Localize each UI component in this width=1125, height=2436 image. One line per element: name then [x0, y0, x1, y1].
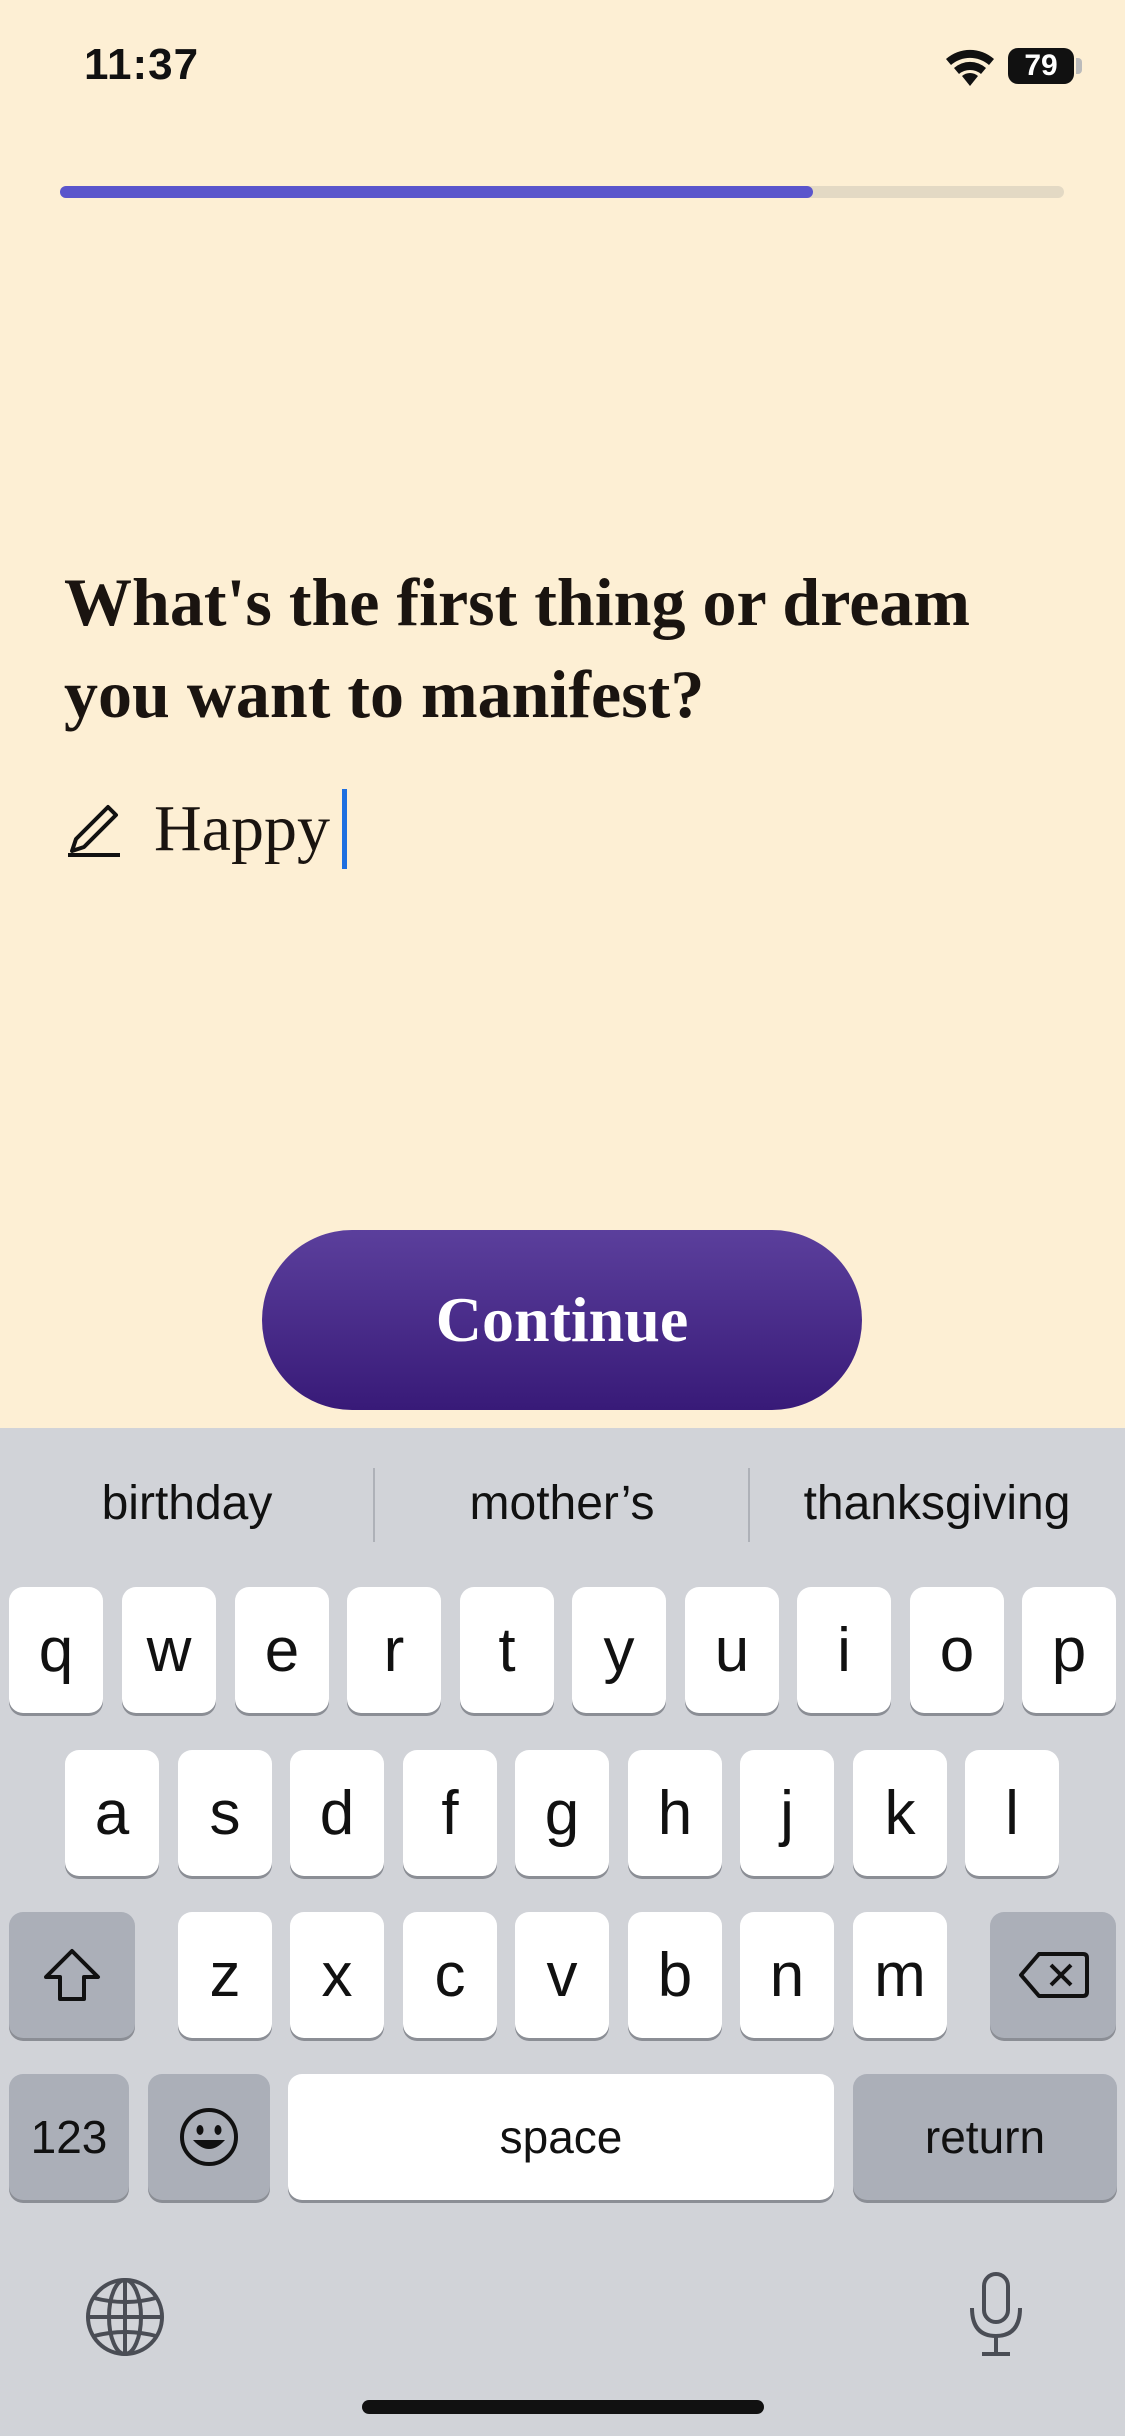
key[interactable]: u	[685, 1587, 779, 1713]
suggestion-item[interactable]: birthday	[0, 1428, 374, 1578]
key[interactable]: z	[178, 1912, 272, 2038]
key[interactable]: m	[853, 1912, 947, 2038]
battery-icon: 79	[1008, 48, 1074, 84]
emoji-key[interactable]	[148, 2074, 270, 2200]
shift-key[interactable]	[9, 1912, 135, 2038]
progress-fill	[60, 186, 813, 198]
suggestion-item[interactable]: thanksgiving	[750, 1428, 1124, 1578]
key[interactable]: i	[797, 1587, 891, 1713]
key[interactable]: l	[965, 1750, 1059, 1876]
key[interactable]: x	[290, 1912, 384, 2038]
wifi-icon	[946, 49, 994, 86]
shift-icon	[44, 1949, 100, 2001]
key[interactable]: k	[853, 1750, 947, 1876]
continue-button[interactable]: Continue	[262, 1230, 862, 1410]
key[interactable]: j	[740, 1750, 834, 1876]
pencil-icon	[68, 805, 120, 857]
key[interactable]: p	[1022, 1587, 1116, 1713]
key[interactable]: t	[460, 1587, 554, 1713]
numbers-key[interactable]: 123	[9, 2074, 129, 2200]
key[interactable]: r	[347, 1587, 441, 1713]
key[interactable]: w	[122, 1587, 216, 1713]
home-indicator	[362, 2400, 764, 2414]
key[interactable]: s	[178, 1750, 272, 1876]
delete-icon	[1019, 1952, 1089, 1998]
answer-input[interactable]: Happy	[154, 791, 330, 867]
key[interactable]: b	[628, 1912, 722, 2038]
key[interactable]: f	[403, 1750, 497, 1876]
status-bar: 11:37 79	[0, 0, 1125, 140]
status-time: 11:37	[84, 40, 200, 89]
key[interactable]: d	[290, 1750, 384, 1876]
key[interactable]: y	[572, 1587, 666, 1713]
emoji-icon	[180, 2108, 238, 2166]
delete-key[interactable]	[990, 1912, 1116, 2038]
key[interactable]: q	[9, 1587, 103, 1713]
question-title: What's the first thing or dream you want…	[64, 564, 971, 732]
key[interactable]: o	[910, 1587, 1004, 1713]
key[interactable]: c	[403, 1912, 497, 2038]
key[interactable]: n	[740, 1912, 834, 2038]
return-key[interactable]: return	[853, 2074, 1117, 2200]
suggestion-item[interactable]: mother’s	[375, 1428, 749, 1578]
key[interactable]: g	[515, 1750, 609, 1876]
key[interactable]: a	[65, 1750, 159, 1876]
battery-level: 79	[1024, 49, 1058, 82]
text-cursor	[341, 789, 347, 869]
answer-field[interactable]: Happy	[64, 784, 347, 874]
space-key[interactable]: space	[288, 2074, 834, 2200]
key[interactable]: e	[235, 1587, 329, 1713]
suggestion-bar: birthday mother’s thanksgiving	[0, 1428, 1125, 1578]
progress-bar	[60, 186, 1064, 198]
key[interactable]: h	[628, 1750, 722, 1876]
key[interactable]: v	[515, 1912, 609, 2038]
keyboard: birthday mother’s thanksgiving q w e r t…	[0, 1428, 1125, 2436]
microphone-icon[interactable]	[966, 2270, 1026, 2360]
battery-nub	[1076, 58, 1082, 74]
globe-icon[interactable]	[84, 2276, 166, 2358]
